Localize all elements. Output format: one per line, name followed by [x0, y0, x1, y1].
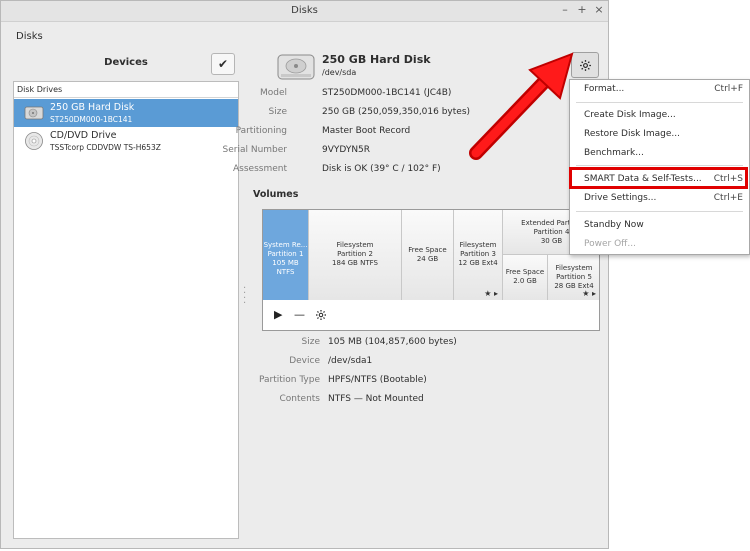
- device-model: TSSTcorp CDDVDW TS-H653Z: [50, 143, 161, 152]
- hard-disk-icon: [277, 54, 315, 80]
- minus-icon[interactable]: —: [294, 308, 305, 322]
- volume-size-label: Size: [301, 337, 320, 347]
- smart-highlight-box: [569, 167, 748, 189]
- pane-resize-handle[interactable]: · · · ·: [243, 284, 246, 309]
- partition-1-size: 105 MB NTFS: [272, 259, 299, 276]
- free-space-2[interactable]: Free Space 2.0 GB: [503, 255, 548, 300]
- partition-3-kind: Filesystem: [459, 241, 497, 249]
- contents-label: Contents: [279, 394, 320, 404]
- window-title: Disks: [291, 5, 318, 16]
- menu-separator: [576, 211, 743, 212]
- menu-separator: [576, 165, 743, 166]
- play-icon[interactable]: ▶: [274, 308, 282, 322]
- select-mode-button[interactable]: ✔: [211, 53, 235, 75]
- optical-disc-icon: [25, 132, 43, 150]
- volume-device-label: Device: [289, 356, 320, 366]
- partition-5-kind: Filesystem: [555, 264, 593, 272]
- menu-item-label: Standby Now: [584, 220, 644, 230]
- free-space-1-size: 24 GB: [416, 255, 439, 263]
- partition-3[interactable]: Filesystem Partition 3 12 GB Ext4 ★ ▸: [454, 210, 503, 300]
- partition-5[interactable]: Filesystem Partition 5 28 GB Ext4 ★ ▸: [548, 255, 599, 300]
- partitioning-label: Partitioning: [235, 126, 287, 136]
- menu-item-drive-settings[interactable]: Drive Settings... Ctrl+E: [570, 189, 749, 207]
- volume-device-value: /dev/sda1: [328, 356, 373, 366]
- free-space-2-size: 2.0 GB: [513, 277, 537, 285]
- menu-item-format[interactable]: Format... Ctrl+F: [570, 80, 749, 98]
- menu-item-label: Benchmark...: [584, 148, 644, 158]
- menu-item-benchmark[interactable]: Benchmark...: [570, 144, 749, 162]
- partition-3-size: 12 GB Ext4: [458, 259, 498, 267]
- menu-item-restore-image[interactable]: Restore Disk Image...: [570, 125, 749, 143]
- volume-map: System Re... Partition 1 105 MB NTFS Fil…: [262, 209, 600, 301]
- menu-item-shortcut: Ctrl+E: [713, 193, 743, 203]
- menu-separator: [576, 102, 743, 103]
- titlebar: Disks – + ×: [1, 1, 608, 22]
- app-menu[interactable]: Disks: [16, 31, 43, 42]
- menu-item-shortcut: Ctrl+F: [714, 84, 743, 94]
- partitioning-value: Master Boot Record: [322, 126, 411, 136]
- device-name: 250 GB Hard Disk: [50, 102, 135, 113]
- partition-1[interactable]: System Re... Partition 1 105 MB NTFS: [263, 210, 309, 300]
- hard-disk-icon: [24, 106, 44, 120]
- model-label: Model: [259, 88, 287, 98]
- free-space-1[interactable]: Free Space 24 GB: [402, 210, 454, 300]
- partition-1-kind: System Re...: [263, 241, 308, 249]
- volumes-title: Volumes: [253, 189, 299, 200]
- menu-item-label: Format...: [584, 84, 625, 94]
- menu-item-label: Drive Settings...: [584, 193, 657, 203]
- close-icon[interactable]: ×: [593, 4, 605, 16]
- devices-title: Devices: [104, 57, 148, 68]
- star-icon: ★ ▸: [582, 289, 596, 298]
- model-value: ST250DM000-1BC141 (JC4B): [322, 88, 452, 98]
- settings-icon[interactable]: [315, 309, 327, 321]
- free-space-1-kind: Free Space: [408, 246, 447, 254]
- partition-5-name: Partition 5: [556, 273, 592, 281]
- minimize-icon[interactable]: –: [559, 4, 571, 16]
- checkmark-icon: ✔: [217, 57, 229, 71]
- partition-3-name: Partition 3: [460, 250, 496, 258]
- device-list: Disk Drives 250 GB Hard Disk ST250DM000-…: [13, 81, 239, 539]
- partition-2-name: Partition 2: [337, 250, 373, 258]
- menu-item-standby[interactable]: Standby Now: [570, 216, 749, 234]
- disk-title: 250 GB Hard Disk: [322, 53, 431, 66]
- disk-drives-header: Disk Drives: [14, 82, 238, 98]
- menu-item-power-off: Power Off...: [570, 235, 749, 253]
- partition-2[interactable]: Filesystem Partition 2 184 GB NTFS: [309, 210, 402, 300]
- menu-item-label: Restore Disk Image...: [584, 129, 680, 139]
- size-label: Size: [268, 107, 287, 117]
- partition-type-value: HPFS/NTFS (Bootable): [328, 375, 427, 385]
- star-icon: ★ ▸: [484, 289, 498, 298]
- menu-item-label: Create Disk Image...: [584, 110, 676, 120]
- contents-value: NTFS — Not Mounted: [328, 394, 424, 404]
- assessment-label: Assessment: [233, 164, 287, 174]
- partition-1-name: Partition 1: [267, 250, 304, 258]
- arrow-icon: [469, 52, 574, 160]
- menu-item-label: Power Off...: [584, 239, 636, 249]
- device-item-cd-dvd[interactable]: CD/DVD Drive TSSTcorp CDDVDW TS-H653Z: [14, 127, 238, 155]
- serial-value: 9VYDYN5R: [322, 145, 371, 155]
- partition-type-label: Partition Type: [258, 375, 320, 385]
- device-name: CD/DVD Drive: [50, 130, 117, 141]
- menu-item-create-image[interactable]: Create Disk Image...: [570, 106, 749, 124]
- serial-label: Serial Number: [222, 145, 287, 155]
- device-item-hard-disk[interactable]: 250 GB Hard Disk ST250DM000-1BC141: [14, 99, 238, 127]
- volume-toolbar: ▶ —: [262, 300, 600, 331]
- partition-2-kind: Filesystem: [336, 241, 374, 249]
- maximize-icon[interactable]: +: [576, 4, 588, 16]
- disk-device-path: /dev/sda: [322, 68, 357, 77]
- assessment-value: Disk is OK (39° C / 102° F): [322, 164, 441, 174]
- free-space-2-kind: Free Space: [505, 268, 545, 276]
- device-model: ST250DM000-1BC141: [50, 115, 133, 124]
- volume-size-value: 105 MB (104,857,600 bytes): [328, 337, 457, 347]
- partition-2-size: 184 GB NTFS: [332, 259, 378, 267]
